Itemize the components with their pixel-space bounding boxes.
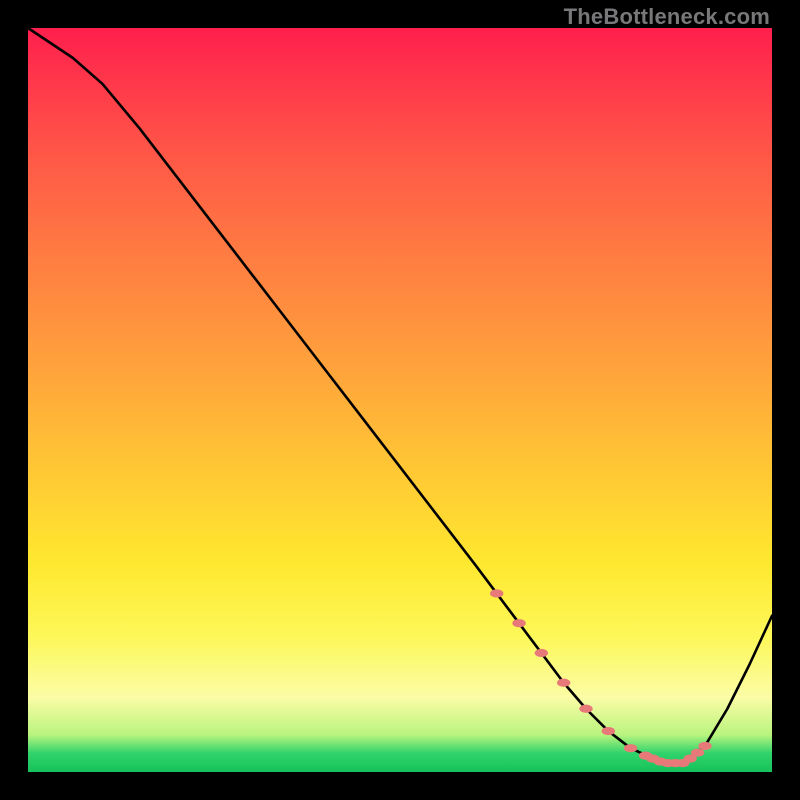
highlight-marker	[691, 749, 704, 757]
bottleneck-curve	[28, 28, 772, 763]
highlight-marker	[535, 649, 548, 657]
chart-frame	[28, 28, 772, 772]
highlight-marker	[698, 742, 711, 750]
highlight-marker	[557, 679, 570, 687]
curve-layer	[28, 28, 772, 772]
highlight-marker	[602, 727, 615, 735]
plot-area	[28, 28, 772, 772]
highlight-marker	[624, 744, 637, 752]
highlight-marker	[490, 589, 503, 597]
highlight-marker	[579, 705, 592, 713]
highlight-marker	[512, 619, 525, 627]
highlight-markers	[490, 589, 712, 767]
watermark-text: TheBottleneck.com	[564, 4, 770, 30]
